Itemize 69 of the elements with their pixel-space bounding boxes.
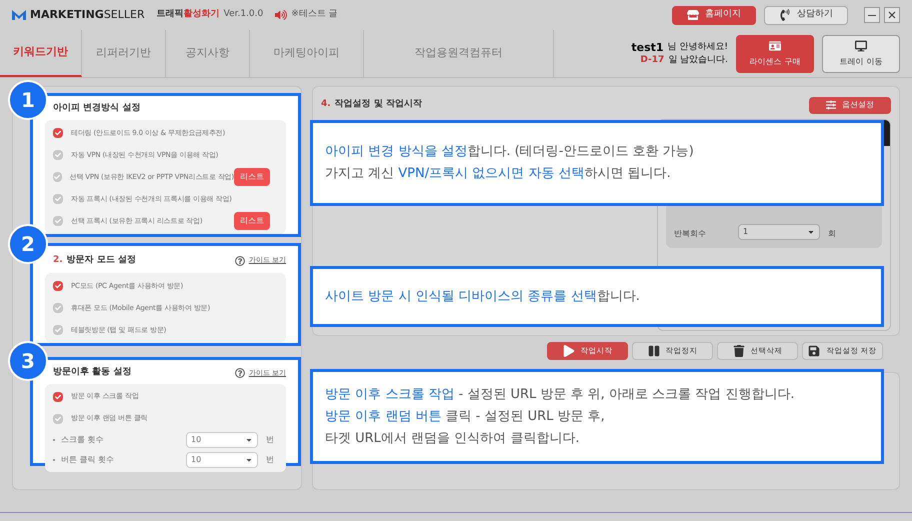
step-badge: 1 [8, 80, 48, 120]
minimize-button[interactable] [864, 7, 880, 23]
checkbox[interactable] [53, 150, 63, 160]
section-title: 방문이후 활동 설정 [53, 366, 132, 379]
user-button[interactable]: 트레이 이동 [822, 34, 900, 72]
play-icon [562, 345, 574, 357]
tab[interactable]: 키워드기반 [0, 30, 82, 77]
trash-icon [732, 345, 744, 357]
greeting: 님 안녕하세요! [668, 40, 728, 54]
callout-text: 아이피 변경 방식을 설정 합니다. (테더링-안드로이드 호환 가능) [325, 143, 695, 161]
unit-label: 번 [266, 454, 274, 466]
logo: MARKETINGSELLER [30, 6, 145, 23]
tab[interactable]: 리퍼러기반 [82, 30, 166, 77]
section-title: 방문자 모드 설정 [66, 254, 136, 267]
card-icon [769, 40, 781, 52]
tab[interactable]: 마케팅아이피 [250, 30, 364, 77]
section-title: 아이피 변경방식 설정 [53, 102, 140, 116]
close-button[interactable] [884, 7, 900, 23]
checkbox[interactable] [53, 414, 63, 424]
section-title: 작업설정 및 작업시작 [334, 98, 422, 112]
checkbox[interactable] [53, 303, 63, 313]
notice: ※테스트 글 [291, 8, 338, 22]
field-label: 반복회수 [674, 228, 707, 240]
monitor-icon [855, 40, 867, 52]
close-icon [888, 11, 896, 19]
select-field[interactable]: 10 [186, 432, 258, 448]
pause-icon [648, 345, 660, 357]
tab[interactable]: 공지사항 [166, 30, 250, 77]
checkbox[interactable] [53, 172, 62, 182]
product-name: 트래픽활성화기 [156, 8, 220, 22]
sliders-icon [826, 100, 836, 110]
speaker-icon [275, 9, 288, 21]
phone-icon [779, 9, 791, 21]
logo-icon [12, 10, 26, 20]
section-number: 2. [53, 254, 63, 267]
unit-label: 번 [266, 434, 274, 446]
save-icon [808, 345, 820, 357]
section-number: 4. [321, 98, 331, 112]
checkbox[interactable] [53, 325, 63, 335]
select-field[interactable]: 1 [738, 224, 820, 240]
user-button[interactable]: 라이센스 구매 [736, 34, 814, 72]
checkbox[interactable] [53, 392, 63, 402]
header-button[interactable]: 상담하기 [764, 6, 848, 24]
checkbox[interactable] [53, 216, 63, 226]
checkbox[interactable] [53, 128, 63, 138]
options-button[interactable]: 옵션설정 [809, 96, 891, 114]
checkbox[interactable] [53, 281, 63, 291]
select-field[interactable]: 10 [186, 452, 258, 468]
days-left: D-17 [640, 54, 664, 66]
unit-label: 회 [828, 228, 836, 240]
user-name: test1 [631, 40, 664, 54]
callout-text: 가지고 계신 VPN/프록시 없으시면 자동 선택하시면 됩니다. [325, 165, 672, 183]
help-icon [234, 368, 245, 378]
days-text: 일 남았습니다. [668, 54, 728, 66]
list-button[interactable]: 리스트 [234, 168, 270, 186]
caret-icon [807, 228, 815, 236]
field-label: 버튼 클릭 횟수 [61, 454, 114, 466]
field-label: 스크롤 횟수 [61, 434, 104, 446]
header-button[interactable]: 홈페이지 [672, 6, 756, 24]
store-icon [687, 9, 699, 21]
tab[interactable]: 작업용원격컴퓨터 [364, 30, 554, 77]
version: Ver.1.0.0 [224, 8, 264, 22]
callout-text: 타겟 URL에서 랜덤을 인식하여 클릭합니다. [325, 430, 580, 448]
callout-text: 방문 이후 랜덤 버튼 클릭 - 설정된 URL 방문 후, [325, 408, 606, 426]
checkbox[interactable] [53, 194, 63, 204]
help-icon [234, 256, 245, 266]
callout-text: 방문 이후 스크롤 작업 - 설정된 URL 방문 후 위, 아래로 스크롤 작업 진행합니다. [325, 386, 796, 404]
list-button[interactable]: 리스트 [234, 212, 270, 230]
callout-text: 사이트 방문 시 인식될 디바이스의 종류를 선택합니다. [325, 288, 641, 306]
